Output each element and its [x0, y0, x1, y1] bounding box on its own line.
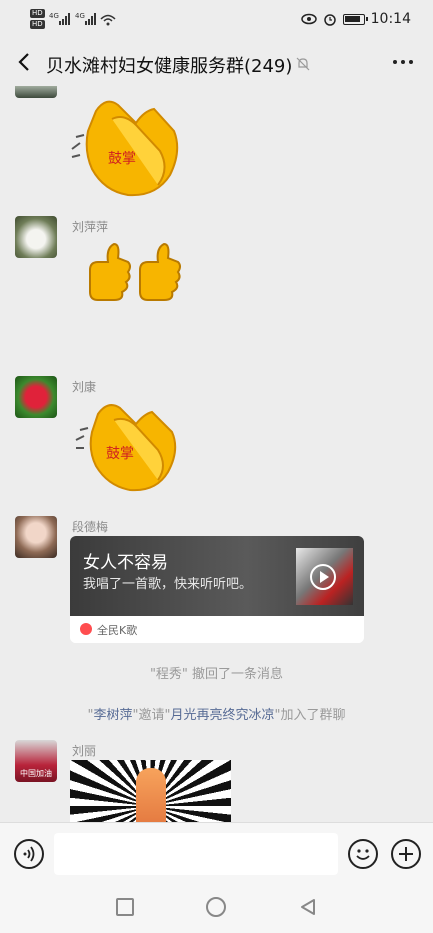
chat-title: 贝水滩村妇女健康服务群(249) — [46, 56, 293, 77]
message-item: 中国加油 刘丽 — [0, 738, 433, 822]
thumbs-up-sticker[interactable] — [84, 236, 184, 308]
more-options-icon[interactable] — [393, 60, 413, 64]
invite-message: "李树萍"邀请"月光再亮终究冰凉"加入了群聊 — [87, 708, 346, 723]
eye-comfort-icon — [300, 13, 317, 25]
hd-badges: HD HD — [30, 9, 45, 29]
hd-badge-1: HD — [30, 9, 45, 18]
sender-name: 刘康 — [72, 380, 97, 394]
card-source: 全民K歌 — [97, 624, 138, 637]
message-input[interactable] — [54, 833, 338, 875]
svg-text:4G: 4G — [75, 12, 85, 20]
sender-name: 刘萍萍 — [72, 220, 109, 234]
recent-apps-icon[interactable] — [116, 898, 134, 916]
avatar-caption: 中国加油 — [20, 769, 52, 778]
signal-indicators: HD HD 4G 4G — [30, 9, 119, 29]
avatar[interactable] — [15, 516, 57, 558]
karaoke-app-icon — [80, 623, 92, 635]
hd-badge-2: HD — [30, 20, 45, 29]
input-bar — [0, 822, 433, 884]
plus-icon[interactable] — [391, 839, 421, 869]
sender-name: 刘丽 — [72, 744, 97, 758]
cellular-signal-icon: 4G 4G — [49, 12, 116, 26]
card-subtitle: 我唱了一首歌，快来听听吧。 — [83, 577, 253, 592]
system-message: "程秀" 撤回了一条消息 — [149, 667, 284, 682]
avatar[interactable]: 中国加油 — [15, 740, 57, 782]
clapping-hands-sticker[interactable]: 鼓掌 — [66, 91, 186, 203]
message-item: 刘萍萍 — [0, 214, 433, 374]
nav-back-icon[interactable] — [298, 897, 318, 917]
clapping-hands-sticker[interactable]: 鼓掌 — [72, 396, 184, 496]
message-item: 段德梅 女人不容易 我唱了一首歌，快来听听吧。 全民K歌 — [0, 514, 433, 644]
battery-icon — [342, 13, 368, 25]
svg-text:4G: 4G — [49, 12, 59, 20]
card-footer: 全民K歌 — [70, 616, 364, 643]
system-navigation-bar — [0, 884, 433, 933]
status-right: 10:14 — [300, 11, 411, 27]
avatar[interactable] — [15, 86, 57, 98]
song-share-card[interactable]: 女人不容易 我唱了一首歌，快来听听吧。 全民K歌 — [70, 536, 364, 643]
inviter-link[interactable]: 李树萍 — [93, 708, 132, 723]
chat-header: 贝水滩村妇女健康服务群(249) — [0, 40, 433, 86]
invite-verb: 邀请 — [138, 708, 165, 723]
message-list[interactable]: 鼓掌 刘萍萍 刘康 鼓掌 段德梅 女人不容易 我唱了一首歌，快来听听吧。 全民K… — [0, 86, 433, 822]
avatar[interactable] — [15, 376, 57, 418]
sticker-label: 鼓掌 — [108, 151, 136, 167]
image-message[interactable] — [70, 760, 231, 822]
mute-bell-icon — [296, 57, 310, 71]
voice-input-icon[interactable] — [14, 839, 44, 869]
play-icon[interactable] — [310, 564, 336, 590]
invitee-link[interactable]: 月光再亮终究冰凉 — [170, 708, 274, 723]
emoji-icon[interactable] — [348, 839, 378, 869]
clock: 10:14 — [370, 11, 411, 27]
status-bar: HD HD 4G 4G 10:14 — [0, 0, 433, 40]
invite-suffix: 加入了群聊 — [280, 708, 346, 723]
image-figure — [136, 768, 166, 822]
sender-name: 段德梅 — [72, 520, 109, 534]
sticker-label: 鼓掌 — [106, 446, 134, 462]
avatar[interactable] — [15, 216, 57, 258]
card-title: 女人不容易 — [83, 553, 168, 573]
back-icon[interactable] — [14, 50, 36, 74]
message-item: 鼓掌 — [0, 86, 433, 211]
alarm-icon — [323, 14, 336, 26]
home-icon[interactable] — [206, 897, 226, 917]
message-item: 刘康 鼓掌 — [0, 374, 433, 499]
